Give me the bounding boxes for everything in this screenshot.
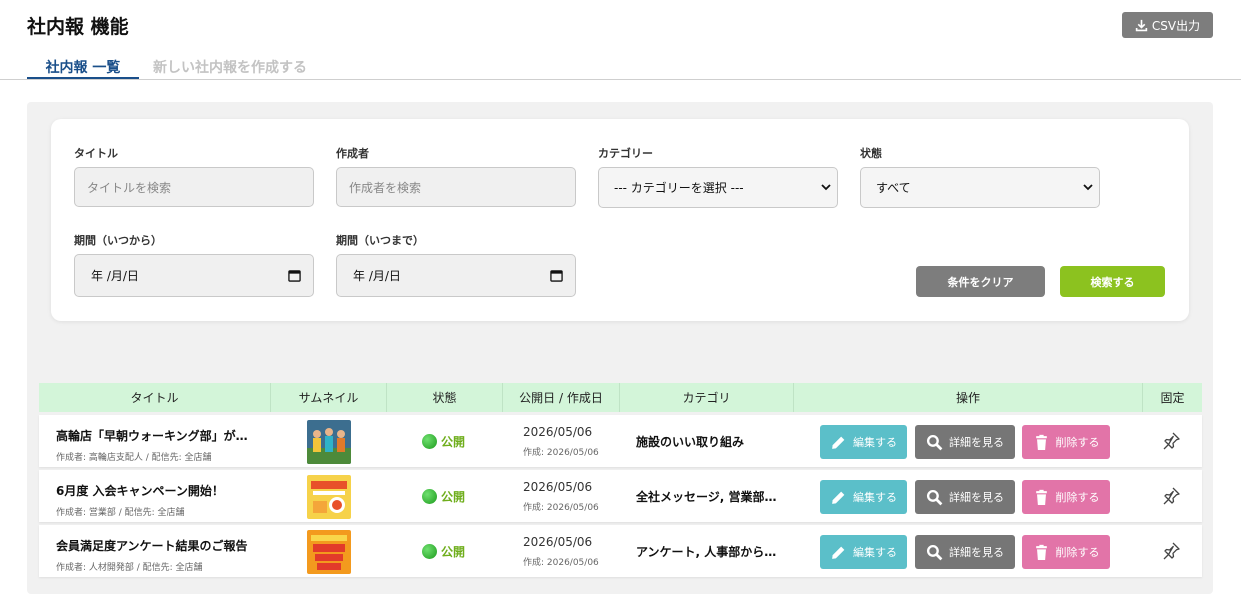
row-status: 公開: [422, 543, 465, 560]
status-select[interactable]: すべて: [860, 167, 1100, 208]
calendar-icon[interactable]: [550, 269, 563, 282]
row-published-date: 2026/05/06: [523, 535, 593, 549]
delete-label: 削除する: [1055, 546, 1100, 559]
calendar-icon[interactable]: [288, 269, 301, 282]
author-search-input[interactable]: 作成者を検索: [336, 167, 576, 207]
table-row: 6月度 入会キャンペーン開始！ 作成者: 営業部 / 配信先: 全店舗 公開 2…: [39, 470, 1202, 522]
edit-button[interactable]: 編集する: [820, 535, 907, 569]
category-select-value: --- カテゴリーを選択 ---: [614, 181, 744, 195]
row-category: アンケート, 人事部から…: [636, 545, 777, 559]
title-filter-label: タイトル: [74, 147, 118, 160]
date-to-input[interactable]: 年 /月/日: [336, 254, 576, 297]
row-published-date: 2026/05/06: [523, 480, 593, 494]
header-thumbnail: サムネイル: [271, 383, 387, 412]
row-status-label: 公開: [441, 435, 466, 449]
delete-button[interactable]: 削除する: [1022, 535, 1110, 569]
detail-button[interactable]: 詳細を見る: [915, 480, 1015, 514]
category-filter-label: カテゴリー: [598, 147, 653, 160]
date-from-input[interactable]: 年 /月/日: [74, 254, 314, 297]
author-filter-label: 作成者: [336, 147, 369, 160]
page-title: 社内報 機能: [27, 16, 129, 38]
row-published-date: 2026/05/06: [523, 425, 593, 439]
row-category: 全社メッセージ, 営業部…: [636, 490, 777, 504]
pin-icon[interactable]: [1161, 431, 1181, 451]
date-to-value: 年 /月/日: [353, 269, 401, 283]
csv-export-button[interactable]: CSV出力: [1122, 12, 1213, 38]
row-status: 公開: [422, 488, 465, 505]
trash-icon: [1035, 544, 1047, 560]
row-thumbnail: [307, 530, 351, 574]
pin-icon[interactable]: [1161, 541, 1181, 561]
pencil-icon: [832, 436, 845, 449]
status-dot-icon: [422, 544, 437, 559]
row-meta: 作成者: 営業部 / 配信先: 全店舗: [56, 508, 185, 518]
title-search-input[interactable]: タイトルを検索: [74, 167, 314, 207]
row-title[interactable]: 高輪店「早朝ウォーキング部」が…: [56, 427, 271, 444]
tab-create[interactable]: 新しい社内報を作成する: [153, 57, 307, 79]
table-header: タイトル サムネイル 状態 公開日 / 作成日 カテゴリ 操作 固定: [39, 383, 1202, 412]
detail-button[interactable]: 詳細を見る: [915, 425, 1015, 459]
edit-button[interactable]: 編集する: [820, 480, 907, 514]
delete-button[interactable]: 削除する: [1022, 425, 1110, 459]
detail-label: 詳細を見る: [949, 436, 1004, 449]
clear-filters-button[interactable]: 条件をクリア: [916, 266, 1045, 297]
delete-label: 削除する: [1055, 491, 1100, 504]
row-created-date: 作成: 2026/05/06: [523, 503, 599, 513]
row-status: 公開: [422, 433, 465, 450]
search-button[interactable]: 検索する: [1060, 266, 1165, 297]
delete-label: 削除する: [1055, 436, 1100, 449]
detail-label: 詳細を見る: [949, 491, 1004, 504]
row-thumbnail: [307, 475, 351, 519]
edit-label: 編集する: [853, 491, 897, 504]
tab-list[interactable]: 社内報 一覧: [27, 57, 139, 79]
pin-icon[interactable]: [1161, 486, 1181, 506]
row-created-date: 作成: 2026/05/06: [523, 558, 599, 568]
edit-button[interactable]: 編集する: [820, 425, 907, 459]
page: 社内報 機能 CSV出力 社内報 一覧 新しい社内報を作成する タイトル タイト…: [0, 0, 1241, 604]
row-title[interactable]: 6月度 入会キャンペーン開始！: [56, 482, 271, 499]
status-dot-icon: [422, 489, 437, 504]
row-meta: 作成者: 高輪店支配人 / 配信先: 全店舗: [56, 453, 212, 463]
row-category: 施設のいい取り組み: [636, 435, 745, 449]
row-created-date: 作成: 2026/05/06: [523, 448, 599, 458]
delete-button[interactable]: 削除する: [1022, 480, 1110, 514]
status-filter-label: 状態: [860, 147, 882, 160]
chevron-down-icon: [821, 184, 831, 191]
magnifier-icon: [926, 489, 943, 505]
row-thumbnail: [307, 420, 351, 464]
magnifier-icon: [926, 434, 943, 450]
date-to-label: 期間（いつまで）: [336, 234, 424, 247]
header-status: 状態: [387, 383, 503, 412]
chevron-down-icon: [1083, 184, 1093, 191]
header-category: カテゴリ: [620, 383, 794, 412]
category-select[interactable]: --- カテゴリーを選択 ---: [598, 167, 838, 208]
table-row: 会員満足度アンケート結果のご報告 作成者: 人材開発部 / 配信先: 全店舗 公…: [39, 525, 1202, 577]
header-title: タイトル: [39, 383, 271, 412]
pencil-icon: [832, 546, 845, 559]
pencil-icon: [832, 491, 845, 504]
table-row: 高輪店「早朝ウォーキング部」が… 作成者: 高輪店支配人 / 配信先: 全店舗 …: [39, 415, 1202, 467]
header-actions: 操作: [794, 383, 1143, 412]
date-from-label: 期間（いつから）: [74, 234, 162, 247]
csv-export-label: CSV出力: [1151, 18, 1201, 33]
detail-label: 詳細を見る: [949, 546, 1004, 559]
trash-icon: [1035, 489, 1047, 505]
row-status-label: 公開: [441, 490, 466, 504]
detail-button[interactable]: 詳細を見る: [915, 535, 1015, 569]
tab-bar: 社内報 一覧 新しい社内報を作成する: [0, 52, 1241, 80]
row-meta: 作成者: 人材開発部 / 配信先: 全店舗: [56, 563, 203, 573]
edit-label: 編集する: [853, 546, 897, 559]
row-status-label: 公開: [441, 545, 466, 559]
header-date: 公開日 / 作成日: [503, 383, 620, 412]
status-select-value: すべて: [876, 181, 911, 195]
status-dot-icon: [422, 434, 437, 449]
date-from-value: 年 /月/日: [91, 269, 139, 283]
magnifier-icon: [926, 544, 943, 560]
trash-icon: [1035, 434, 1047, 450]
row-title[interactable]: 会員満足度アンケート結果のご報告: [56, 537, 271, 554]
edit-label: 編集する: [853, 436, 897, 449]
download-icon: [1135, 19, 1148, 31]
header-pin: 固定: [1160, 391, 1185, 405]
